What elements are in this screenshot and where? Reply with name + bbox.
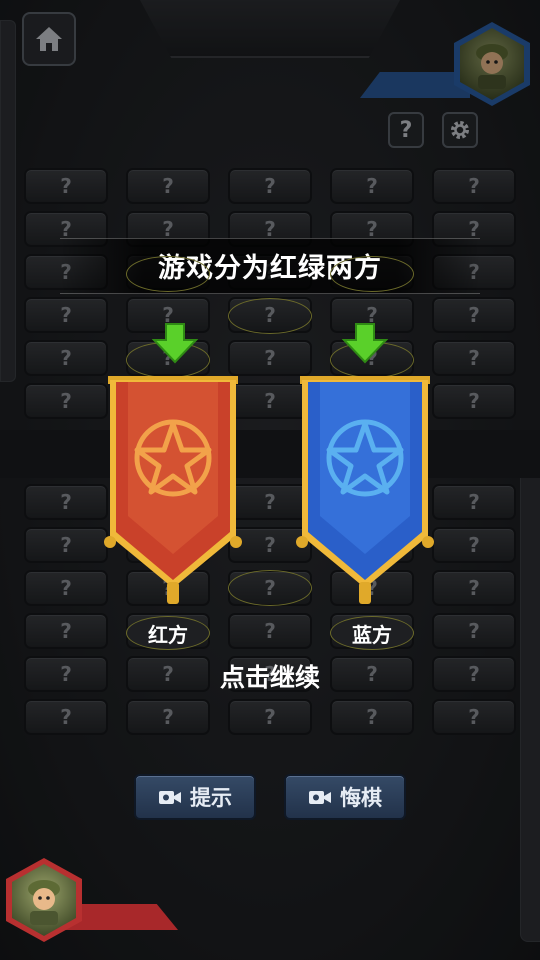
soldier-icon (28, 880, 60, 925)
undo-button[interactable]: 悔棋 (284, 774, 406, 820)
video-camera-icon (309, 791, 331, 804)
blue-side-arrow-icon (342, 323, 388, 364)
red-side-arrow-icon (152, 323, 198, 364)
highlight-slot (228, 298, 312, 334)
red-side-label: 红方 (126, 616, 210, 650)
tap-to-continue[interactable]: 点击继续 (0, 658, 540, 694)
video-camera-icon (159, 791, 181, 804)
blue-side-label: 蓝方 (330, 616, 414, 650)
hint-button-label: 提示 (190, 786, 232, 810)
tutorial-overlay[interactable] (0, 0, 540, 960)
highlight-slot (126, 256, 210, 292)
hint-button[interactable]: 提示 (134, 774, 256, 820)
tutorial-title: 游戏分为红绿两方 (158, 253, 382, 284)
highlight-slot (330, 256, 414, 292)
blue-team-banner (296, 376, 434, 604)
red-team-banner (104, 376, 242, 604)
undo-button-label: 悔棋 (340, 786, 382, 810)
